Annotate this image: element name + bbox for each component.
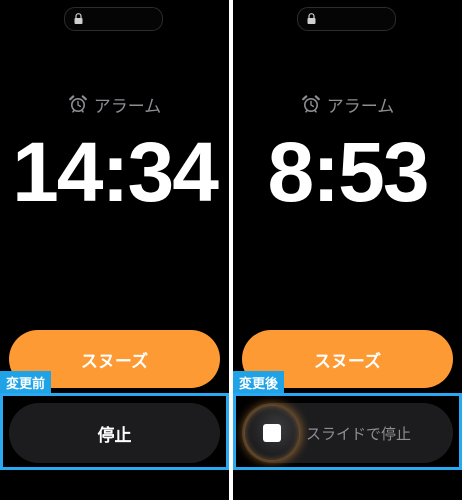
alarm-time: 8:53 <box>267 125 429 219</box>
panel-after: アラーム 8:53 スヌーズ 変更後 スライドで停止 <box>233 0 462 500</box>
dynamic-island <box>64 7 163 31</box>
lock-icon <box>74 13 83 24</box>
alarm-label: アラーム <box>93 96 162 117</box>
panel-before: アラーム 14:34 スヌーズ 変更前 停止 <box>0 0 229 500</box>
highlight-frame <box>233 393 462 470</box>
lock-icon <box>307 13 316 24</box>
dynamic-island <box>297 7 396 31</box>
alarm-header: アラーム <box>0 92 229 117</box>
alarm-clock-icon <box>68 95 87 113</box>
alarm-time: 14:34 <box>12 125 219 219</box>
alarm-header: アラーム <box>233 92 462 117</box>
alarm-clock-icon <box>301 95 320 113</box>
after-tag: 変更後 <box>233 371 285 393</box>
highlight-frame <box>0 393 229 470</box>
alarm-label: アラーム <box>326 96 395 117</box>
before-tag: 変更前 <box>0 371 52 393</box>
